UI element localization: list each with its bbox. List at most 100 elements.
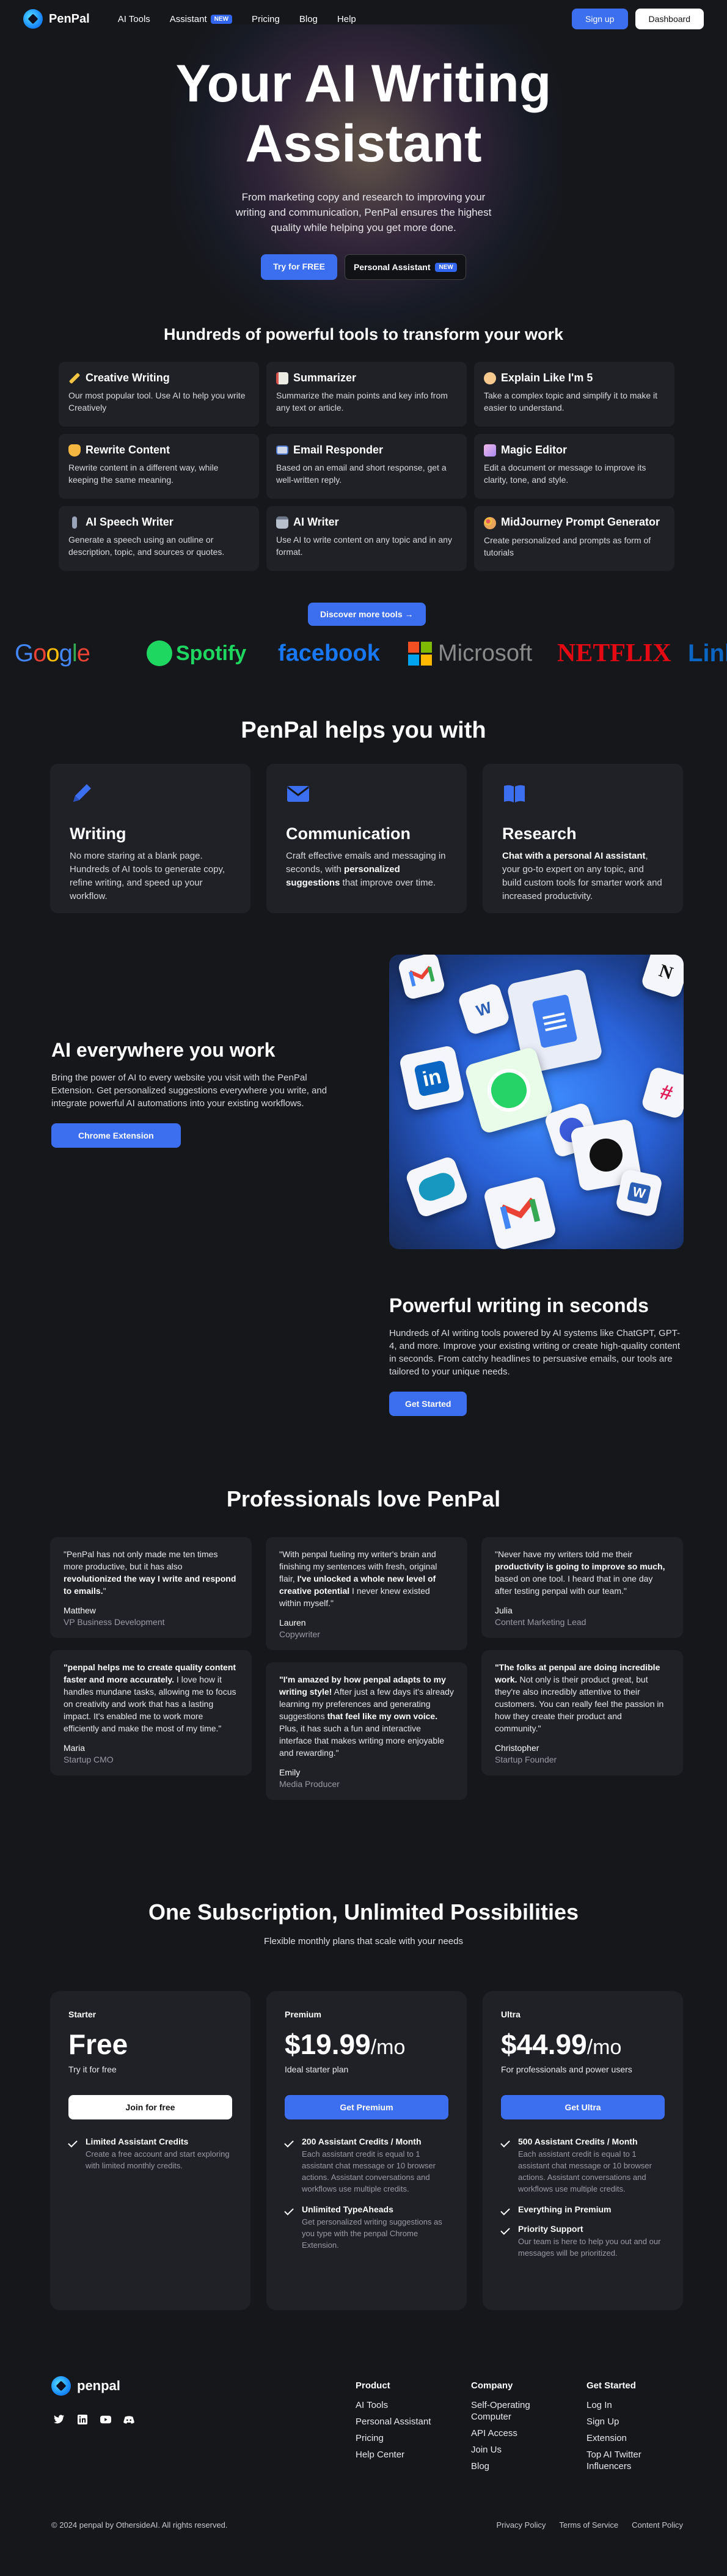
- nav-help[interactable]: Help: [337, 14, 356, 24]
- copyright-text: © 2024 penpal by OthersideAI. All rights…: [51, 2520, 228, 2530]
- get-premium-button[interactable]: Get Premium: [285, 2095, 448, 2119]
- nav-ai-tools[interactable]: AI Tools: [118, 14, 150, 24]
- tool-desc: Based on an email and short response, ge…: [276, 463, 447, 485]
- helps-grid: Writing No more staring at a blank page.…: [50, 764, 683, 913]
- powerful-writing-section: Powerful writing in seconds Hundreds of …: [389, 1294, 684, 1416]
- footer-link-sign-up[interactable]: Sign Up: [586, 2416, 672, 2427]
- tool-title: AI Speech Writer: [86, 516, 174, 528]
- tool-desc: Create personalized and prompts as form …: [484, 535, 651, 557]
- hero-title-line2: Assistant: [245, 114, 482, 173]
- slack-icon: #: [640, 1066, 684, 1120]
- tool-desc: Rewrite content in a different way, whil…: [68, 463, 219, 485]
- footer-link-help-center[interactable]: Help Center: [356, 2449, 453, 2460]
- footer-link-personal-assistant[interactable]: Personal Assistant: [356, 2416, 453, 2427]
- footer-link-log-in[interactable]: Log In: [586, 2399, 672, 2411]
- chrome-extension-button[interactable]: Chrome Extension: [51, 1123, 181, 1148]
- twitter-icon[interactable]: [54, 2414, 65, 2425]
- discord-icon[interactable]: [123, 2414, 134, 2425]
- tool-title: Creative Writing: [86, 372, 170, 384]
- tool-desc: Our most popular tool. Use AI to help yo…: [68, 391, 246, 413]
- tool-card-magic-editor[interactable]: Magic Editor Edit a document or message …: [474, 434, 674, 499]
- magic-wand-icon: [68, 372, 81, 384]
- plan-price: Free: [68, 2028, 128, 2060]
- tool-desc: Take a complex topic and simplify it to …: [484, 391, 658, 413]
- tool-card-ai-writer[interactable]: AI Writer Use AI to write content on any…: [266, 506, 467, 571]
- tool-desc: Edit a document or message to improve it…: [484, 463, 646, 485]
- footer-link-extension[interactable]: Extension: [586, 2432, 672, 2444]
- join-free-button[interactable]: Join for free: [68, 2095, 232, 2119]
- new-badge: NEW: [435, 262, 457, 272]
- microsoft-logo: Microsoft: [408, 640, 532, 667]
- plan-feature: Everything in Premium: [500, 2204, 665, 2215]
- help-card-research: Research Chat with a personal AI assista…: [483, 764, 683, 913]
- content-policy-link[interactable]: Content Policy: [632, 2520, 683, 2530]
- footer-link-join-us[interactable]: Join Us: [471, 2444, 544, 2456]
- nav-assistant[interactable]: Assistant NEW: [170, 14, 232, 24]
- testimonial-card: "penpal helps me to create quality conte…: [50, 1650, 252, 1775]
- nav-pricing[interactable]: Pricing: [252, 14, 280, 24]
- social-links: [54, 2414, 134, 2425]
- tool-card-summarizer[interactable]: Summarizer Summarize the main points and…: [266, 362, 467, 427]
- testimonial-role: VP Business Development: [64, 1617, 165, 1627]
- footer-link-ai-tools[interactable]: AI Tools: [356, 2399, 453, 2411]
- linkedin-icon[interactable]: [77, 2414, 88, 2425]
- tool-desc: Summarize the main points and key info f…: [276, 391, 448, 413]
- testimonial-quote: "PenPal has not only made me ten times m…: [64, 1549, 236, 1596]
- tool-desc: Use AI to write content on any topic and…: [276, 535, 452, 557]
- terms-of-service-link[interactable]: Terms of Service: [559, 2520, 618, 2530]
- tool-card-explain-like-im-5[interactable]: Explain Like I'm 5 Take a complex topic …: [474, 362, 674, 427]
- get-started-button[interactable]: Get Started: [389, 1392, 467, 1416]
- plan-feature: 500 Assistant Credits / Month Each assist…: [500, 2137, 665, 2195]
- nav-blog[interactable]: Blog: [299, 14, 318, 24]
- tool-card-rewrite-content[interactable]: Rewrite Content Rewrite content in a dif…: [59, 434, 259, 499]
- footer-link-pricing[interactable]: Pricing: [356, 2432, 453, 2444]
- brand-logo[interactable]: PenPal: [23, 9, 90, 29]
- footer-get-started-column: Get Started Log In Sign Up Extension Top…: [586, 2380, 672, 2477]
- spotify-icon: [147, 640, 172, 666]
- netflix-logo: NETFLIX: [557, 639, 671, 667]
- footer-brand-name: penpal: [77, 2378, 120, 2393]
- pencil-icon: [73, 784, 91, 802]
- tools-heading: Hundreds of powerful tools to transform …: [163, 325, 564, 343]
- footer-link-self-operating-computer[interactable]: Self-Operating Computer: [471, 2399, 544, 2423]
- tool-card-creative-writing[interactable]: Creative Writing Our most popular tool. …: [59, 362, 259, 427]
- personal-assistant-label: Personal Assistant: [353, 262, 431, 272]
- footer-link-blog[interactable]: Blog: [471, 2460, 544, 2472]
- plan-price: $44.99/mo: [501, 2028, 622, 2060]
- pricing-plans: Starter Free Try it for free Join for fr…: [50, 1991, 683, 2310]
- discover-more-tools-button[interactable]: Discover more tools →: [308, 603, 426, 626]
- testimonial-name: Julia: [495, 1605, 513, 1615]
- footer-link-api-access[interactable]: API Access: [471, 2427, 544, 2439]
- testimonial-quote: "I'm amazed by how penpal adapts to my w…: [279, 1675, 454, 1758]
- dashboard-button[interactable]: Dashboard: [635, 9, 704, 29]
- book-icon: [504, 785, 525, 802]
- tool-card-email-responder[interactable]: Email Responder Based on an email and sh…: [266, 434, 467, 499]
- signup-button[interactable]: Sign up: [572, 9, 628, 29]
- pricing-heading: One Subscription, Unlimited Possibilitie…: [148, 1899, 579, 1925]
- baby-icon: [484, 372, 496, 384]
- plan-tagline: Ideal starter plan: [285, 2064, 349, 2074]
- tool-title: MidJourney Prompt Generator: [501, 516, 660, 528]
- google-logo: Google: [15, 639, 90, 667]
- hero-subtitle: From marketing copy and research to impr…: [235, 191, 492, 233]
- privacy-policy-link[interactable]: Privacy Policy: [496, 2520, 546, 2530]
- footer-logo[interactable]: penpal: [51, 2376, 120, 2396]
- robot-icon: [276, 516, 288, 529]
- try-free-button[interactable]: Try for FREE: [261, 254, 337, 280]
- tool-card-midjourney-prompt-generator[interactable]: MidJourney Prompt Generator Create perso…: [474, 506, 674, 571]
- plan-feature: Limited Assistant Credits Create a free a…: [68, 2137, 232, 2171]
- tool-card-ai-speech-writer[interactable]: AI Speech Writer Generate a speech using…: [59, 506, 259, 571]
- discover-label: Discover more tools: [320, 609, 403, 619]
- salesforce-icon: [404, 1155, 470, 1219]
- testimonial-card: "The folks at penpal are doing incredibl…: [481, 1650, 683, 1775]
- youtube-icon[interactable]: [100, 2414, 111, 2425]
- tool-title: Magic Editor: [501, 444, 568, 456]
- get-ultra-button[interactable]: Get Ultra: [501, 2095, 665, 2119]
- testimonial-quote: "Never have my writers told me their pro…: [495, 1549, 665, 1596]
- testimonial-role: Copywriter: [279, 1629, 320, 1639]
- testimonial-name: Lauren: [279, 1618, 306, 1627]
- footer-link-top-ai-twitter-influencers[interactable]: Top AI Twitter Influencers: [586, 2449, 672, 2472]
- personal-assistant-button[interactable]: Personal Assistant NEW: [344, 254, 466, 280]
- plan-tagline: Try it for free: [68, 2064, 117, 2074]
- footer-product-column: Product AI Tools Personal Assistant Pric…: [356, 2380, 453, 2465]
